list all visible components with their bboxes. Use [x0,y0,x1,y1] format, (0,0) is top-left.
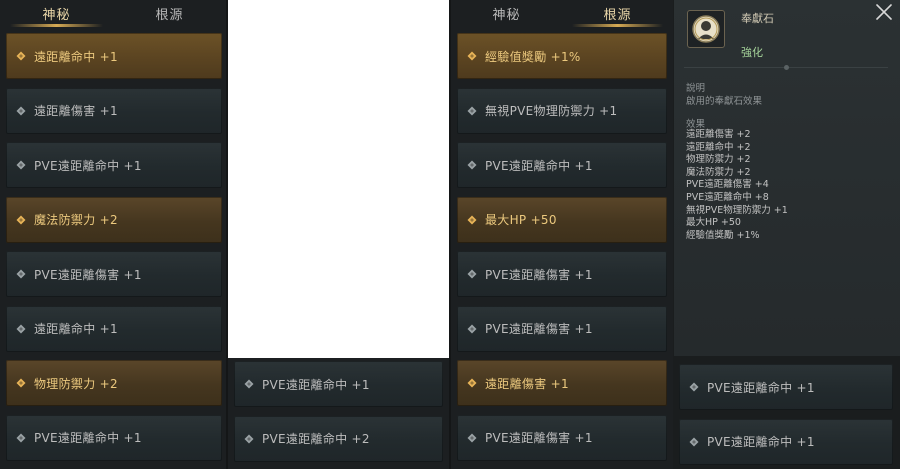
effect-line: PVE遠距離傷害 +4 [686,179,769,191]
effect-line: 經驗值獎勵 +1% [686,229,760,241]
stat-row[interactable]: 遠距離傷害 +1 [457,360,667,406]
tab-origin[interactable]: 根源 [113,0,226,27]
stat-row-label: PVE遠距離傷害 +1 [485,267,593,282]
stat-row[interactable]: PVE遠距離命中 +2 [234,415,443,462]
close-icon[interactable] [875,3,893,21]
diamond-icon [14,158,28,172]
stat-row-label: 物理防禦力 +2 [34,376,118,391]
stat-row[interactable]: PVE遠距離命中 +1 [679,418,893,465]
stat-row[interactable]: PVE遠距離傷害 +1 [457,305,667,352]
diamond-icon [242,432,256,446]
diamond-icon [14,431,28,445]
description-label: 說明 [686,83,706,94]
dedication-stone-icon [687,10,725,48]
diamond-icon [687,435,701,449]
item-type: 強化 [741,46,763,59]
stat-row[interactable]: PVE遠距離命中 +1 [6,414,222,461]
stat-row-label: PVE遠距離命中 +1 [34,431,142,445]
stat-row[interactable]: 遠距離命中 +1 [6,33,222,79]
stat-row[interactable]: 遠距離傷害 +1 [6,87,222,134]
diamond-icon [465,158,479,172]
diamond-icon [687,380,701,394]
diamond-icon [14,213,28,227]
stat-row-label: 無視PVE物理防禦力 +1 [485,104,618,118]
item-name: 奉獻石 [741,12,774,25]
diamond-icon [465,213,479,227]
stat-row-label: 遠距離傷害 +1 [485,376,569,391]
diamond-icon [465,322,479,336]
diamond-icon [465,376,479,390]
diamond-icon [14,49,28,63]
diamond-icon [465,49,479,63]
right-panel: 神秘 根源 經驗值獎勵 +1% 無視PVE物理防禦力 +1 PVE遠距離命中 +1 最… [451,0,673,469]
stat-row[interactable]: PVE遠距離命中 +1 [679,364,893,410]
effect-line: 遠距離傷害 +2 [686,129,751,140]
tab-mystic[interactable]: 神秘 [0,0,113,27]
stat-row[interactable]: 魔法防禦力 +2 [6,196,222,243]
stat-row-label: PVE遠距離命中 +1 [707,380,815,395]
stat-row-label: PVE遠距離命中 +1 [707,435,815,449]
diamond-icon [465,104,479,118]
stat-row-label: 遠距離命中 +1 [34,49,118,64]
effect-line: 最大HP +50 [686,217,741,229]
diamond-icon [14,104,28,118]
effect-line: PVE遠距離命中 +8 [686,192,769,203]
stat-row[interactable]: PVE遠距離傷害 +1 [6,251,222,297]
effect-line: 遠距離命中 +2 [686,141,751,153]
stat-row[interactable]: 遠距離命中 +1 [6,305,222,352]
stat-row-label: PVE遠距離命中 +1 [262,377,370,392]
effect-line: 無視PVE物理防禦力 +1 [686,204,788,216]
blank-area [228,0,449,358]
stat-row-label: PVE遠距離傷害 +1 [34,267,142,282]
right-tabs: 神秘 根源 [451,0,673,27]
tab-origin[interactable]: 根源 [562,0,673,27]
stat-row-label: 最大HP +50 [485,213,557,227]
stat-row[interactable]: 無視PVE物理防禦力 +1 [457,87,667,134]
stat-row[interactable]: PVE遠距離傷害 +1 [457,251,667,297]
stat-row-label: PVE遠距離命中 +1 [34,158,142,173]
stat-row-label: 遠距離命中 +1 [34,322,118,336]
effect-line: 物理防禦力 +2 [686,154,751,166]
description-text: 啟用的奉獻石效果 [686,96,763,107]
stat-row-label: PVE遠距離命中 +1 [485,158,593,173]
stat-row-label: PVE遠距離命中 +2 [262,432,370,446]
diamond-icon [14,267,28,281]
effects-label: 效果 [686,119,706,130]
diamond-icon [14,376,28,390]
diamond-icon [465,267,479,281]
stat-row-label: 遠距離傷害 +1 [34,104,118,118]
diamond-icon [14,322,28,336]
stat-row[interactable]: PVE遠距離傷害 +1 [457,414,667,461]
diamond-icon [242,377,256,391]
stat-row-label: PVE遠距離傷害 +1 [485,322,593,336]
tab-mystic[interactable]: 神秘 [451,0,562,27]
left-tabs: 神秘 根源 [0,0,226,27]
stat-row[interactable]: 物理防禦力 +2 [6,360,222,406]
item-detail-card: 奉獻石 強化 說明 啟用的奉獻石效果 效果 遠距離傷害 +2 遠距離命中 +2 物理… [674,0,900,356]
stat-row-label: 魔法防禦力 +2 [34,213,118,227]
stat-row-label: 經驗值獎勵 +1% [485,49,581,64]
stat-row[interactable]: 經驗值獎勵 +1% [457,33,667,79]
stat-row-label: PVE遠距離傷害 +1 [485,431,593,445]
left-panel: 神秘 根源 遠距離命中 +1 遠距離傷害 +1 PVE遠距離命中 +1 魔法防禦力 +… [0,0,226,469]
separator-dot [784,65,789,70]
diamond-icon [465,431,479,445]
stat-row[interactable]: PVE遠距離命中 +1 [6,142,222,188]
stat-row[interactable]: PVE遠距離命中 +1 [234,361,443,407]
stat-row[interactable]: PVE遠距離命中 +1 [457,142,667,188]
stat-row[interactable]: 最大HP +50 [457,196,667,243]
effect-line: 魔法防禦力 +2 [686,166,751,178]
